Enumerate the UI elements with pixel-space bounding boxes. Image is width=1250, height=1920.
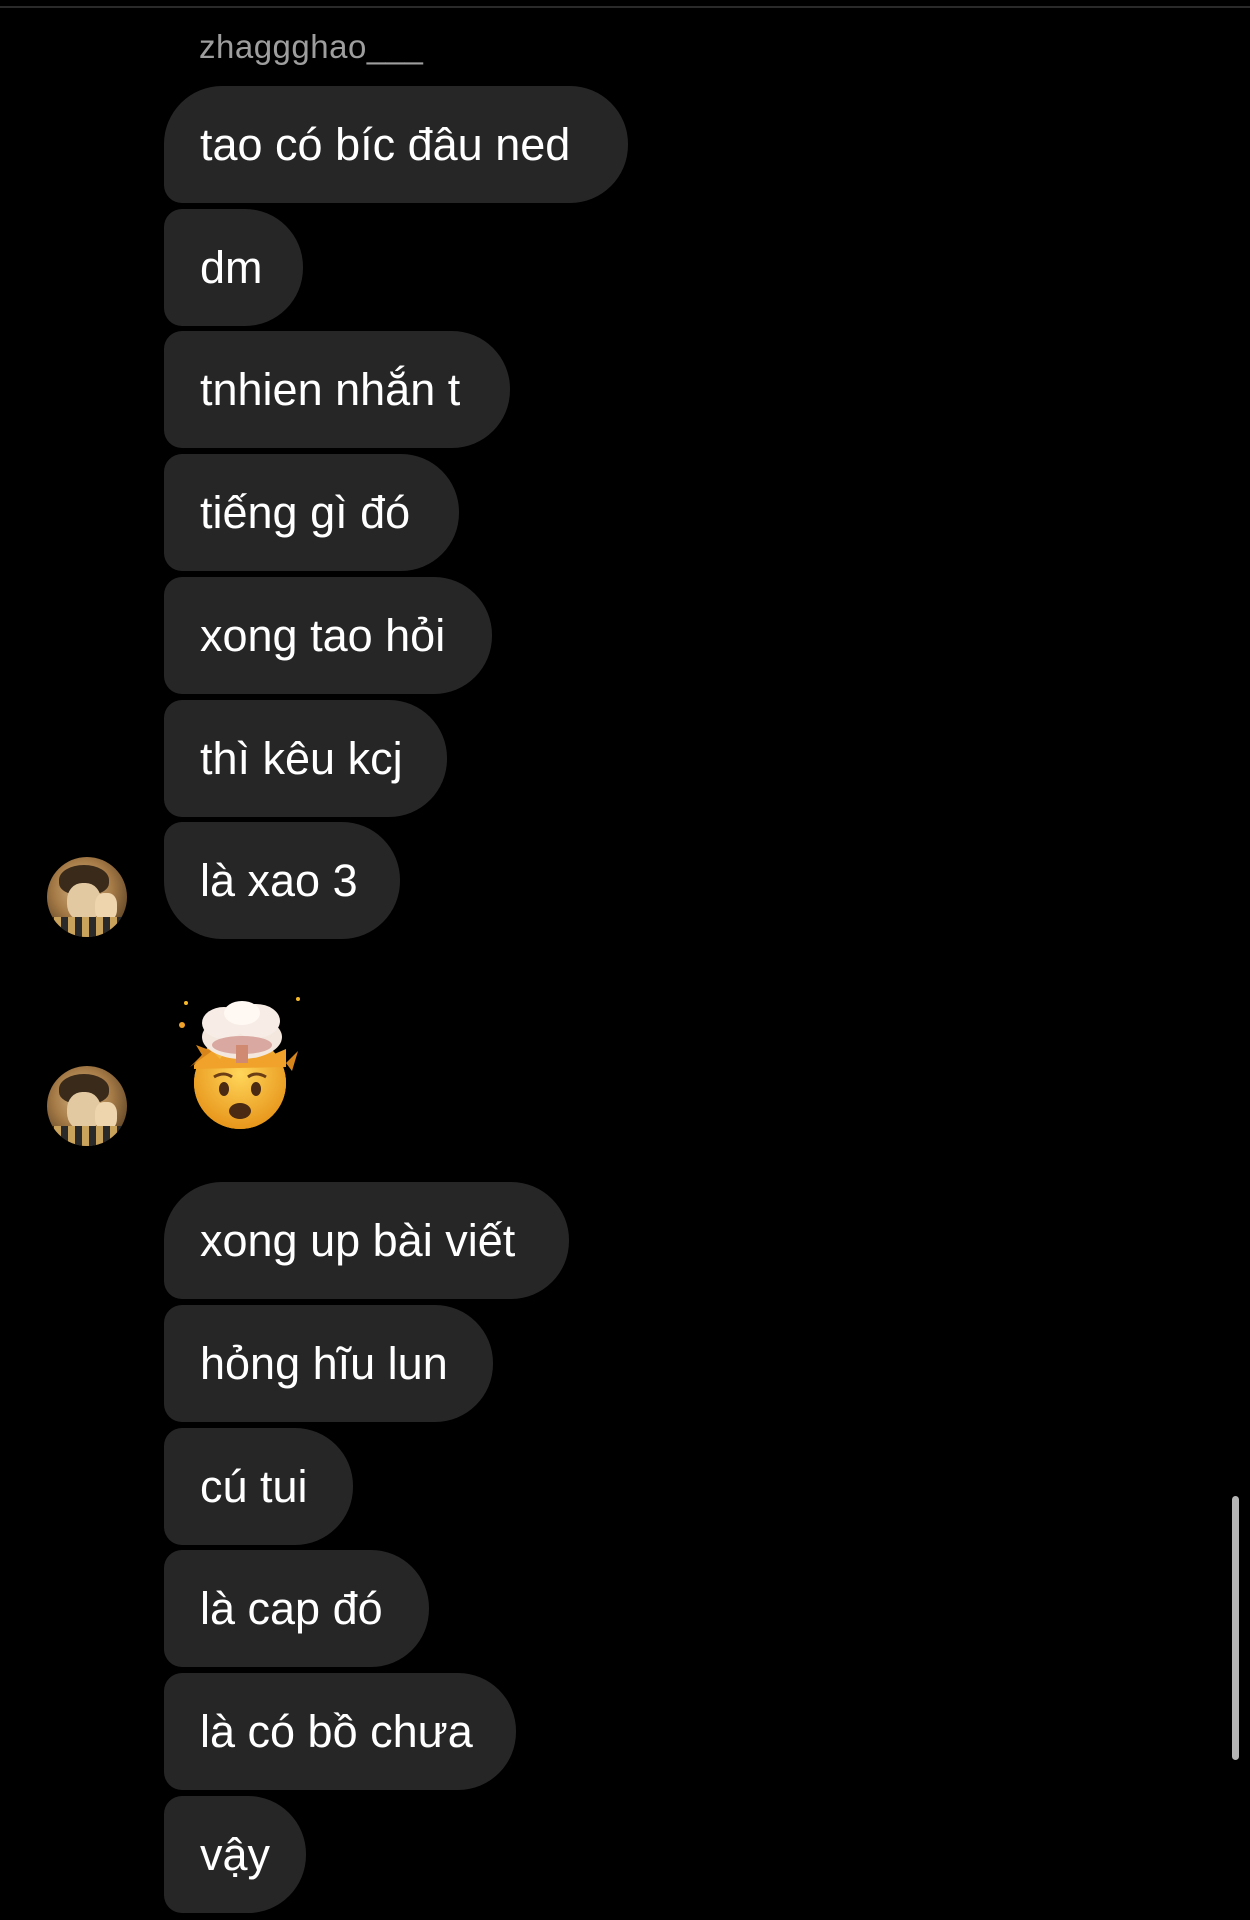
message-bubble[interactable]: vậy <box>164 1796 306 1913</box>
message-bubble[interactable]: là có bồ chưa <box>164 1673 516 1790</box>
message-bubble[interactable]: tnhien nhắn t <box>164 331 510 448</box>
sender-name[interactable]: zhaggghao___ <box>199 28 423 66</box>
sender-avatar[interactable] <box>47 1066 127 1146</box>
message-bubble[interactable]: dm <box>164 209 303 326</box>
message-bubble[interactable]: là xao 3 <box>164 822 400 939</box>
message-bubble[interactable]: xong tao hỏi <box>164 577 492 694</box>
top-divider <box>0 6 1250 8</box>
message-bubble[interactable]: thì kêu kcj <box>164 700 447 817</box>
exploding-head-emoji[interactable] <box>168 985 318 1135</box>
message-bubble[interactable]: tao có bíc đâu ned <box>164 86 628 203</box>
message-bubble[interactable]: cú tui <box>164 1428 353 1545</box>
sender-avatar[interactable] <box>47 857 127 937</box>
message-bubble[interactable]: tiếng gì đó <box>164 454 459 571</box>
message-bubble[interactable]: là cap đó <box>164 1550 429 1667</box>
message-bubble[interactable]: hỏng hĩu lun <box>164 1305 493 1422</box>
scrollbar[interactable] <box>1232 1496 1239 1760</box>
message-bubble[interactable]: xong up bài viết <box>164 1182 569 1299</box>
